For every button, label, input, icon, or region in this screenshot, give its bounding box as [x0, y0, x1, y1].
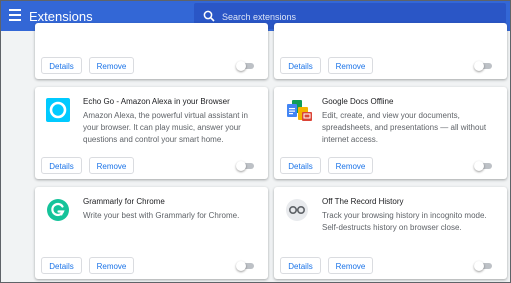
- details-button[interactable]: Details: [41, 257, 82, 274]
- details-button[interactable]: Details: [280, 57, 321, 74]
- remove-button[interactable]: Remove: [328, 157, 373, 174]
- details-button[interactable]: Details: [41, 157, 82, 174]
- extension-description: Amazon Alexa, the powerful virtual assis…: [83, 111, 248, 144]
- enable-toggle[interactable]: [236, 161, 256, 171]
- extension-name: Echo Go - Amazon Alexa in your Browser: [83, 97, 230, 106]
- extension-name: Google Docs Offline: [322, 97, 394, 106]
- extension-description: Track your browsing history in incognito…: [322, 211, 487, 232]
- enable-toggle[interactable]: [474, 261, 494, 271]
- remove-button[interactable]: Remove: [328, 257, 373, 274]
- enable-toggle[interactable]: [474, 61, 494, 71]
- extension-card-echo-go: Echo Go - Amazon Alexa in your Browser A…: [35, 87, 268, 179]
- remove-button[interactable]: Remove: [89, 257, 134, 274]
- extension-card-grammarly: Grammarly for Chrome Write your best wit…: [35, 187, 268, 279]
- enable-toggle[interactable]: [236, 261, 256, 271]
- extension-card-google-docs-offline: Google Docs Offline Edit, create, and vi…: [274, 87, 507, 179]
- extension-name: Off The Record History: [322, 197, 404, 206]
- alexa-icon: [46, 98, 70, 122]
- enable-toggle[interactable]: [474, 161, 494, 171]
- grammarly-icon: [47, 199, 69, 221]
- details-button[interactable]: Details: [41, 57, 82, 74]
- extension-name: Grammarly for Chrome: [83, 197, 165, 206]
- incognito-glasses-icon: [286, 199, 308, 221]
- remove-button[interactable]: Remove: [89, 157, 134, 174]
- extension-description: Edit, create, and view your documents, s…: [322, 111, 487, 144]
- google-docs-offline-icon: [287, 100, 312, 121]
- remove-button[interactable]: Remove: [328, 57, 373, 74]
- extensions-page: Extensions Details Remove Details Remove…: [0, 0, 511, 283]
- enable-toggle[interactable]: [236, 61, 256, 71]
- page-title: Extensions: [29, 9, 93, 24]
- search-icon: [203, 10, 215, 22]
- remove-button[interactable]: Remove: [89, 57, 134, 74]
- hamburger-menu-icon[interactable]: [9, 9, 21, 23]
- extension-card-partial-left: Details Remove: [35, 23, 268, 79]
- details-button[interactable]: Details: [280, 157, 321, 174]
- details-button[interactable]: Details: [280, 257, 321, 274]
- extension-card-partial-right: Details Remove: [274, 23, 507, 79]
- extension-card-off-the-record-history: Off The Record History Track your browsi…: [274, 187, 507, 279]
- extension-description: Write your best with Grammarly for Chrom…: [83, 211, 240, 220]
